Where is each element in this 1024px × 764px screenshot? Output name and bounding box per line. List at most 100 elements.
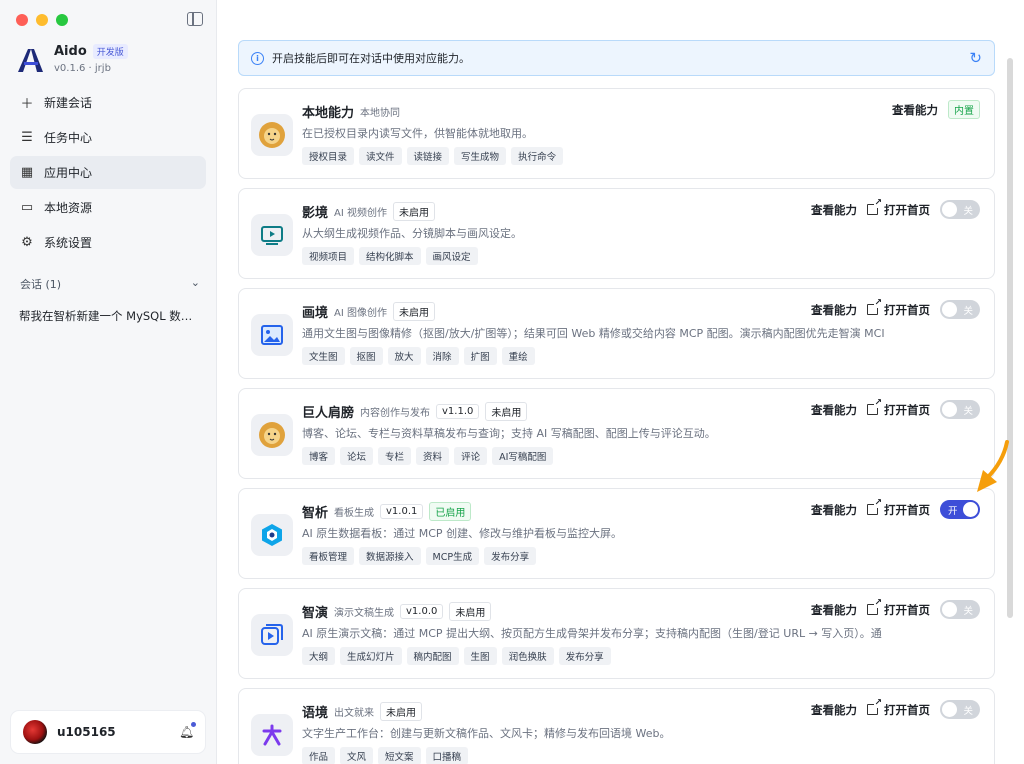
sidebar-item-label: 系统设置 — [44, 236, 93, 250]
external-link-icon — [867, 298, 882, 315]
main-content: i 开启技能后即可在对话中使用对应能力。 ↻ 本地能力 本地协同 在已授权目录内… — [217, 0, 1015, 764]
enable-toggle[interactable]: 关 — [940, 600, 980, 619]
skill-card-yujing: 语境 出文就来 未启用 文字生产工作台：创建与更新文稿作品、文风卡；精修与发布回… — [238, 688, 995, 764]
view-capability-link[interactable]: 查看能力 — [811, 402, 857, 418]
version-badge: v1.0.1 — [380, 503, 424, 519]
open-home-link[interactable]: 打开首页 — [867, 398, 930, 418]
sidebar-item-label: 本地资源 — [44, 201, 93, 215]
sidebar: Aido 开发版 v0.1.6 · jrjb ＋ 新建会话 ☰ 任务中心 ▦ 应… — [0, 0, 217, 764]
info-banner: i 开启技能后即可在对话中使用对应能力。 ↻ — [238, 40, 995, 76]
tag-chip: 扩图 — [463, 347, 497, 365]
card-description: 文字生产工作台：创建与更新文稿作品、文风卡；精修与发布回语境 Web。 — [302, 727, 671, 740]
session-item[interactable]: 帮我在智析新建一个 MySQL 数据源 — [19, 308, 194, 324]
card-title: 智演 — [302, 605, 329, 621]
chevron-down-icon[interactable]: ⌄ — [191, 276, 200, 292]
bell-icon[interactable]: 🔔︎ — [179, 722, 196, 739]
tag-chip: 发布分享 — [484, 547, 537, 565]
toggle-sidebar-icon[interactable] — [187, 12, 203, 26]
card-tags: 视频项目 结构化脚本 画风设定 — [302, 247, 992, 265]
zoom-window-button[interactable] — [56, 14, 68, 26]
brand: Aido 开发版 v0.1.6 · jrjb — [16, 44, 128, 74]
lion-icon — [251, 114, 293, 156]
card-subtitle: AI 视频创作 — [334, 207, 387, 219]
card-subtitle: 内容创作与发布 — [360, 407, 431, 419]
card-title: 影境 — [302, 205, 329, 221]
skill-card-zhixi: 智析 看板生成 v1.0.1 已启用 AI 原生数据看板：通过 MCP 创建、修… — [238, 488, 995, 579]
enable-toggle[interactable]: 关 — [940, 300, 980, 319]
sidebar-item-label: 任务中心 — [44, 131, 93, 145]
slides-icon — [251, 614, 293, 656]
tag-chip: 看板管理 — [302, 547, 355, 565]
enable-toggle[interactable]: 关 — [940, 200, 980, 219]
card-description: 通用文生图与图像精修（抠图/放大/扩图等）；结果可回 Web 精修或交给内容 M… — [302, 327, 885, 340]
tag-chip: 画风设定 — [425, 247, 478, 265]
tag-chip: AI写稿配图 — [492, 447, 554, 465]
card-title: 智析 — [302, 505, 329, 521]
card-actions: 查看能力 打开首页 关 — [811, 598, 980, 619]
folder-icon: ▭ — [20, 200, 34, 215]
version-badge: v1.0.0 — [400, 603, 444, 619]
plus-icon: ＋ — [20, 97, 34, 112]
edition-badge: 开发版 — [92, 44, 128, 59]
enable-toggle[interactable]: 关 — [940, 700, 980, 719]
enable-toggle[interactable]: 关 — [940, 400, 980, 419]
card-actions: 查看能力 打开首页 关 — [811, 298, 980, 319]
grid-icon: ▦ — [20, 165, 34, 180]
view-capability-link[interactable]: 查看能力 — [811, 602, 857, 618]
tag-chip: 资料 — [416, 447, 450, 465]
sidebar-item-apps[interactable]: ▦ 应用中心 — [10, 156, 206, 189]
card-body: 本地能力 本地协同 在已授权目录内读写文件，供智能体就地取用。 授权目录 读文件… — [302, 101, 992, 165]
view-capability-link[interactable]: 查看能力 — [811, 302, 857, 318]
tag-chip: 执行命令 — [511, 147, 564, 165]
image-icon — [251, 314, 293, 356]
tag-chip: 口播稿 — [425, 747, 469, 764]
open-home-link[interactable]: 打开首页 — [867, 198, 930, 218]
card-subtitle: 出文就来 — [334, 707, 375, 719]
sidebar-item-label: 应用中心 — [44, 166, 93, 180]
open-home-link[interactable]: 打开首页 — [867, 498, 930, 518]
banner-text: 开启技能后即可在对话中使用对应能力。 — [272, 52, 470, 65]
skill-card-huajing: 画境 AI 图像创作 未启用 通用文生图与图像精修（抠图/放大/扩图等）；结果可… — [238, 288, 995, 379]
sidebar-item-settings[interactable]: ⚙ 系统设置 — [10, 226, 206, 259]
card-tags: 授权目录 读文件 读链接 写生成物 执行命令 — [302, 147, 992, 165]
minimize-window-button[interactable] — [36, 14, 48, 26]
view-capability-link[interactable]: 查看能力 — [892, 102, 938, 118]
tag-chip: MCP生成 — [425, 547, 480, 565]
lion-icon — [251, 414, 293, 456]
card-subtitle: 本地协同 — [360, 107, 401, 119]
open-home-link[interactable]: 打开首页 — [867, 598, 930, 618]
sidebar-item-label: 新建会话 — [44, 96, 93, 110]
version-text: v0.1.6 · jrjb — [54, 63, 111, 74]
open-home-link[interactable]: 打开首页 — [867, 298, 930, 318]
view-capability-link[interactable]: 查看能力 — [811, 502, 857, 518]
sessions-header[interactable]: 会话 (1) ⌄ — [20, 276, 200, 292]
card-subtitle: 演示文稿生成 — [334, 607, 395, 619]
window-controls — [16, 14, 68, 26]
tag-chip: 读链接 — [406, 147, 450, 165]
tag-chip: 论坛 — [340, 447, 374, 465]
username: u105165 — [57, 725, 116, 739]
card-title: 语境 — [302, 705, 329, 721]
status-badge: 未启用 — [392, 201, 435, 221]
tag-chip: 重绘 — [501, 347, 535, 365]
view-capability-link[interactable]: 查看能力 — [811, 702, 857, 718]
enable-toggle[interactable]: 开 — [940, 500, 980, 519]
avatar[interactable] — [23, 720, 47, 744]
view-capability-link[interactable]: 查看能力 — [811, 202, 857, 218]
close-window-button[interactable] — [16, 14, 28, 26]
video-icon — [251, 214, 293, 256]
refresh-icon[interactable]: ↻ — [969, 49, 982, 67]
hexagon-icon — [251, 514, 293, 556]
sidebar-item-new-chat[interactable]: ＋ 新建会话 — [10, 86, 206, 119]
scrollbar[interactable] — [1007, 58, 1013, 618]
user-panel[interactable]: u105165 🔔︎ — [10, 710, 206, 754]
tag-chip: 发布分享 — [558, 647, 611, 665]
sidebar-item-local-resources[interactable]: ▭ 本地资源 — [10, 191, 206, 224]
open-home-link[interactable]: 打开首页 — [867, 698, 930, 718]
sidebar-nav: ＋ 新建会话 ☰ 任务中心 ▦ 应用中心 ▭ 本地资源 ⚙ 系统设置 — [10, 86, 206, 261]
tag-chip: 博客 — [302, 447, 336, 465]
card-subtitle: AI 图像创作 — [334, 307, 387, 319]
tag-chip: 大纲 — [302, 647, 336, 665]
card-description: 在已授权目录内读写文件，供智能体就地取用。 — [302, 127, 533, 140]
sidebar-item-tasks[interactable]: ☰ 任务中心 — [10, 121, 206, 154]
